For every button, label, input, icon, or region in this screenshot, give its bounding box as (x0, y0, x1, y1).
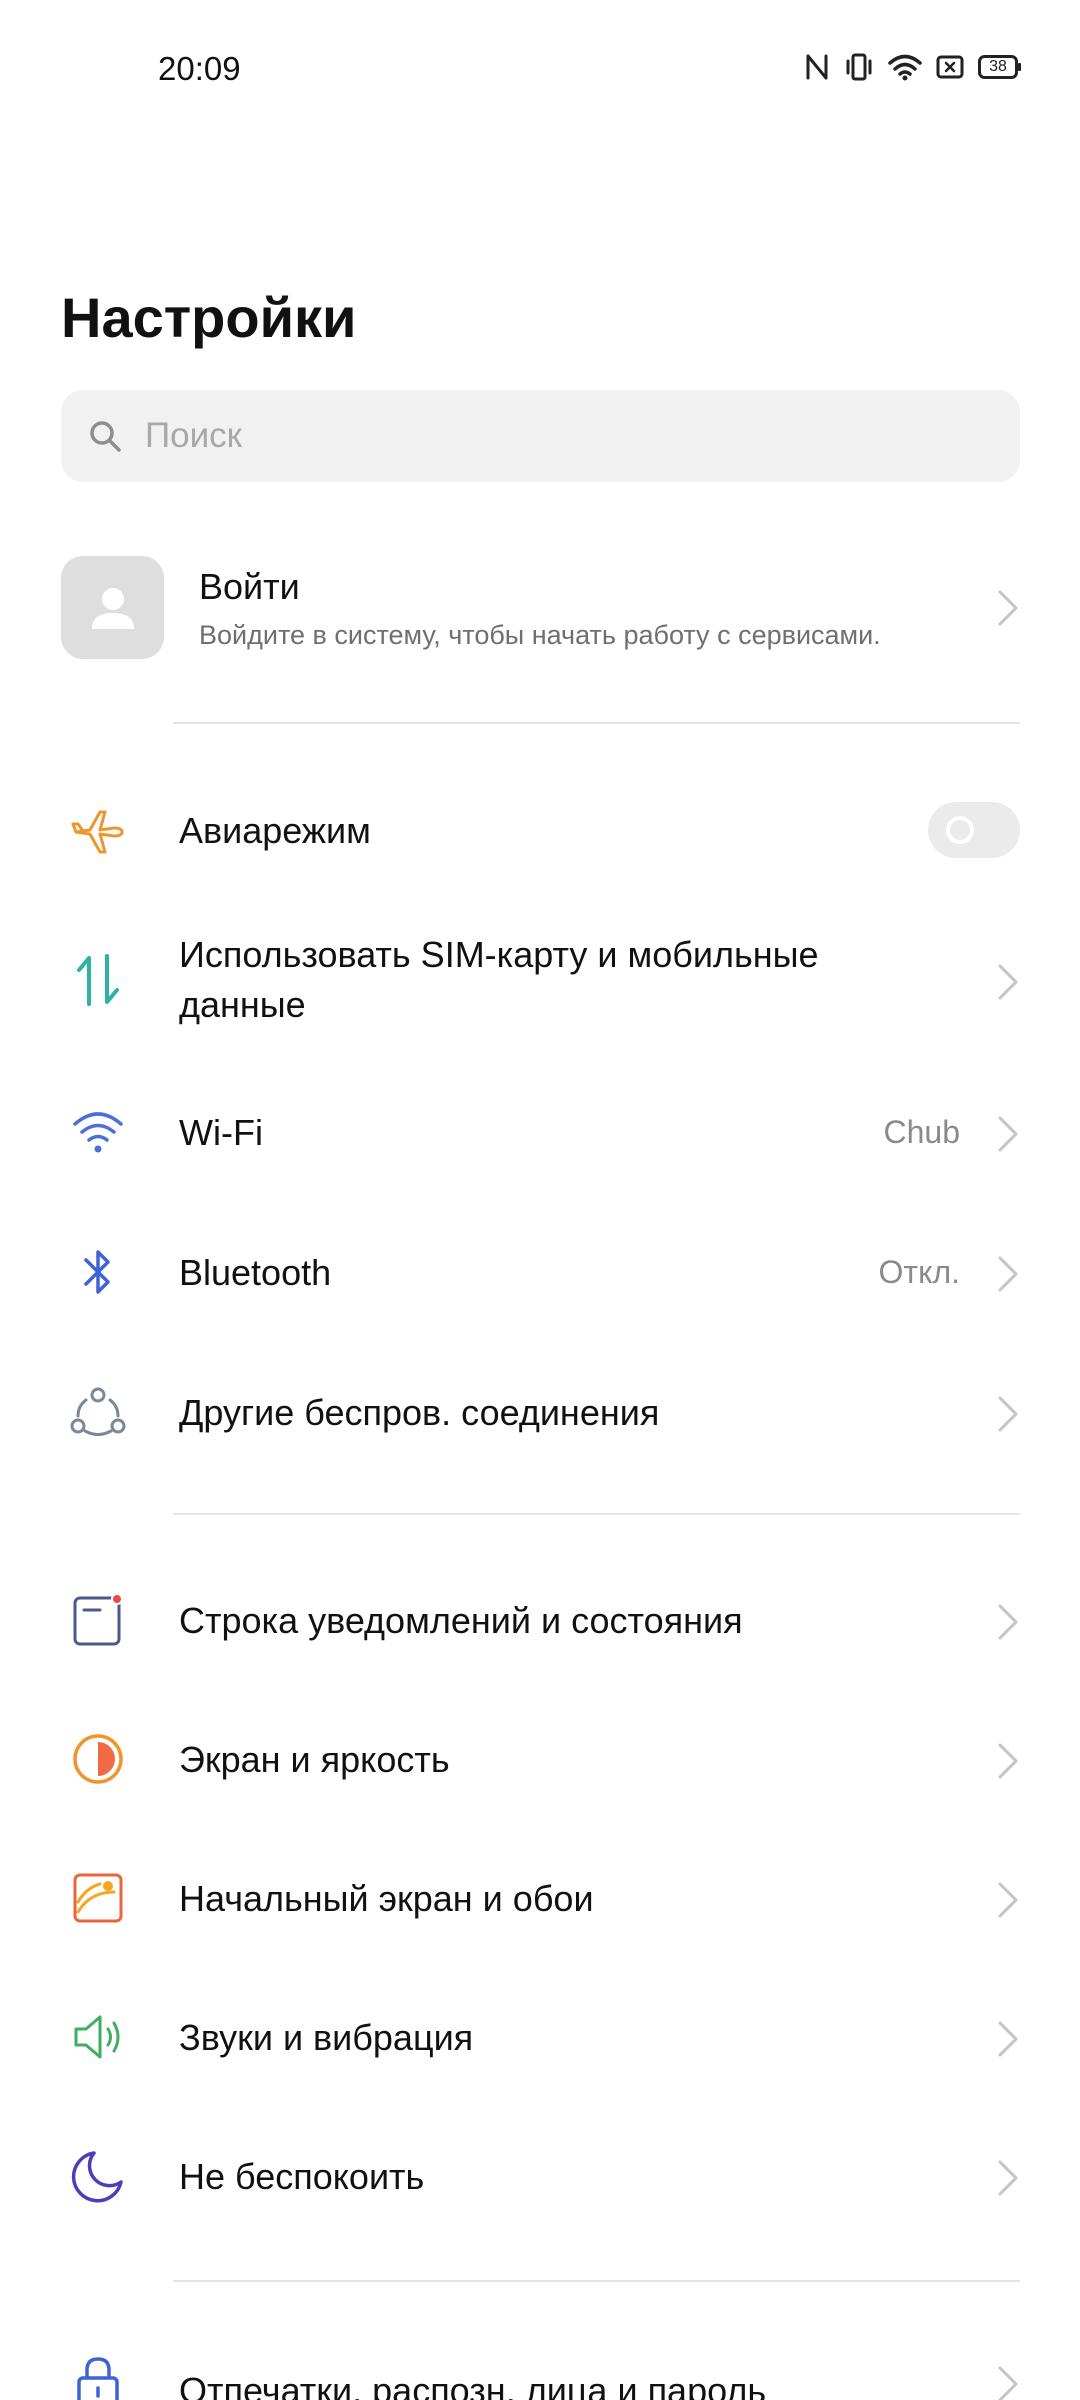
chevron-right-icon (998, 1743, 1018, 1779)
person-icon (91, 587, 134, 629)
toggle-knob (946, 816, 974, 844)
row-label: Использовать SIM-карту и мобильные данны… (179, 930, 819, 1030)
chevron-right-icon (998, 1116, 1018, 1152)
row-airplane-mode[interactable]: Авиарежим (0, 790, 1080, 870)
nfc-icon (806, 54, 828, 80)
sound-icon (66, 2005, 130, 2069)
account-sign-in-row[interactable]: Войти Войдите в систему, чтобы начать ра… (0, 548, 1080, 668)
airplane-icon (66, 798, 130, 862)
vibrate-icon (846, 53, 872, 81)
row-notification-bar[interactable]: Строка уведомлений и состояния (0, 1580, 1080, 1660)
account-title: Войти (199, 566, 300, 607)
row-bluetooth[interactable]: Bluetooth Откл. (0, 1232, 1080, 1312)
row-sound-vibration[interactable]: Звуки и вибрация (0, 1997, 1080, 2077)
row-label: Не беспокоить (179, 2156, 425, 2197)
search-placeholder: Поиск (145, 416, 242, 455)
chevron-right-icon (998, 2366, 1018, 2400)
settings-screen: 20:09 38 Настройки Поиск Войти Войдите в… (0, 0, 1080, 2400)
row-security-lock[interactable]: Отпечатки, распозн. лица и пароль (0, 2350, 1080, 2400)
wifi-signal-icon (888, 54, 922, 81)
chevron-right-icon (998, 2160, 1018, 2196)
chevron-right-icon (998, 1396, 1018, 1432)
row-other-wireless[interactable]: Другие беспров. соединения (0, 1372, 1080, 1452)
row-label: Начальный экран и обои (179, 1878, 594, 1919)
chevron-right-icon (998, 590, 1018, 626)
wallpaper-icon (66, 1866, 130, 1930)
status-bar: 20:09 38 (0, 0, 1080, 140)
divider (173, 722, 1020, 724)
chevron-right-icon (998, 1604, 1018, 1640)
row-label: Bluetooth (179, 1252, 332, 1293)
moon-icon (66, 2144, 130, 2208)
divider (173, 2280, 1020, 2282)
row-value: Откл. (878, 1254, 960, 1290)
bluetooth-icon (66, 1240, 130, 1304)
chevron-right-icon (998, 1256, 1018, 1292)
battery-icon: 38 (978, 55, 1022, 79)
search-input[interactable]: Поиск (61, 390, 1020, 482)
page-title: Настройки (61, 286, 357, 349)
brightness-icon (66, 1727, 130, 1791)
connections-icon (66, 1380, 130, 1444)
wifi-icon (66, 1100, 130, 1164)
row-home-wallpaper[interactable]: Начальный экран и обои (0, 1858, 1080, 1938)
airplane-mode-toggle[interactable] (928, 802, 1020, 858)
row-label-line1: Использовать SIM-карту и мобильные (179, 934, 819, 975)
row-label: Отпечатки, распозн. лица и пароль (179, 2370, 767, 2400)
row-label: Экран и яркость (179, 1739, 450, 1780)
lock-icon (66, 2350, 130, 2400)
search-icon (90, 421, 121, 452)
chevron-right-icon (998, 1882, 1018, 1918)
chevron-right-icon (998, 2021, 1018, 2057)
battery-level: 38 (989, 58, 1007, 75)
row-do-not-disturb[interactable]: Не беспокоить (0, 2136, 1080, 2216)
status-time: 20:09 (158, 50, 241, 87)
row-label: Звуки и вибрация (179, 2017, 474, 2058)
chevron-right-icon (998, 964, 1018, 1000)
row-label: Wi-Fi (179, 1112, 263, 1153)
row-label: Строка уведомлений и состояния (179, 1600, 743, 1641)
notification-bar-icon (66, 1588, 130, 1652)
row-label: Авиарежим (179, 810, 371, 851)
account-subtitle: Войдите в систему, чтобы начать работу с… (199, 620, 881, 650)
row-label: Другие беспров. соединения (179, 1392, 660, 1433)
mobile-data-icon (66, 948, 130, 1012)
row-value: Chub (883, 1114, 961, 1150)
row-wifi[interactable]: Wi-Fi Chub (0, 1092, 1080, 1172)
status-icons: 38 (804, 52, 1022, 82)
row-label-line2: данные (179, 984, 306, 1025)
divider (173, 1513, 1020, 1515)
avatar (61, 556, 164, 659)
row-sim-mobile-data[interactable]: Использовать SIM-карту и мобильные данны… (0, 930, 1080, 1030)
row-display-brightness[interactable]: Экран и яркость (0, 1719, 1080, 1799)
sim-off-icon (936, 55, 964, 79)
